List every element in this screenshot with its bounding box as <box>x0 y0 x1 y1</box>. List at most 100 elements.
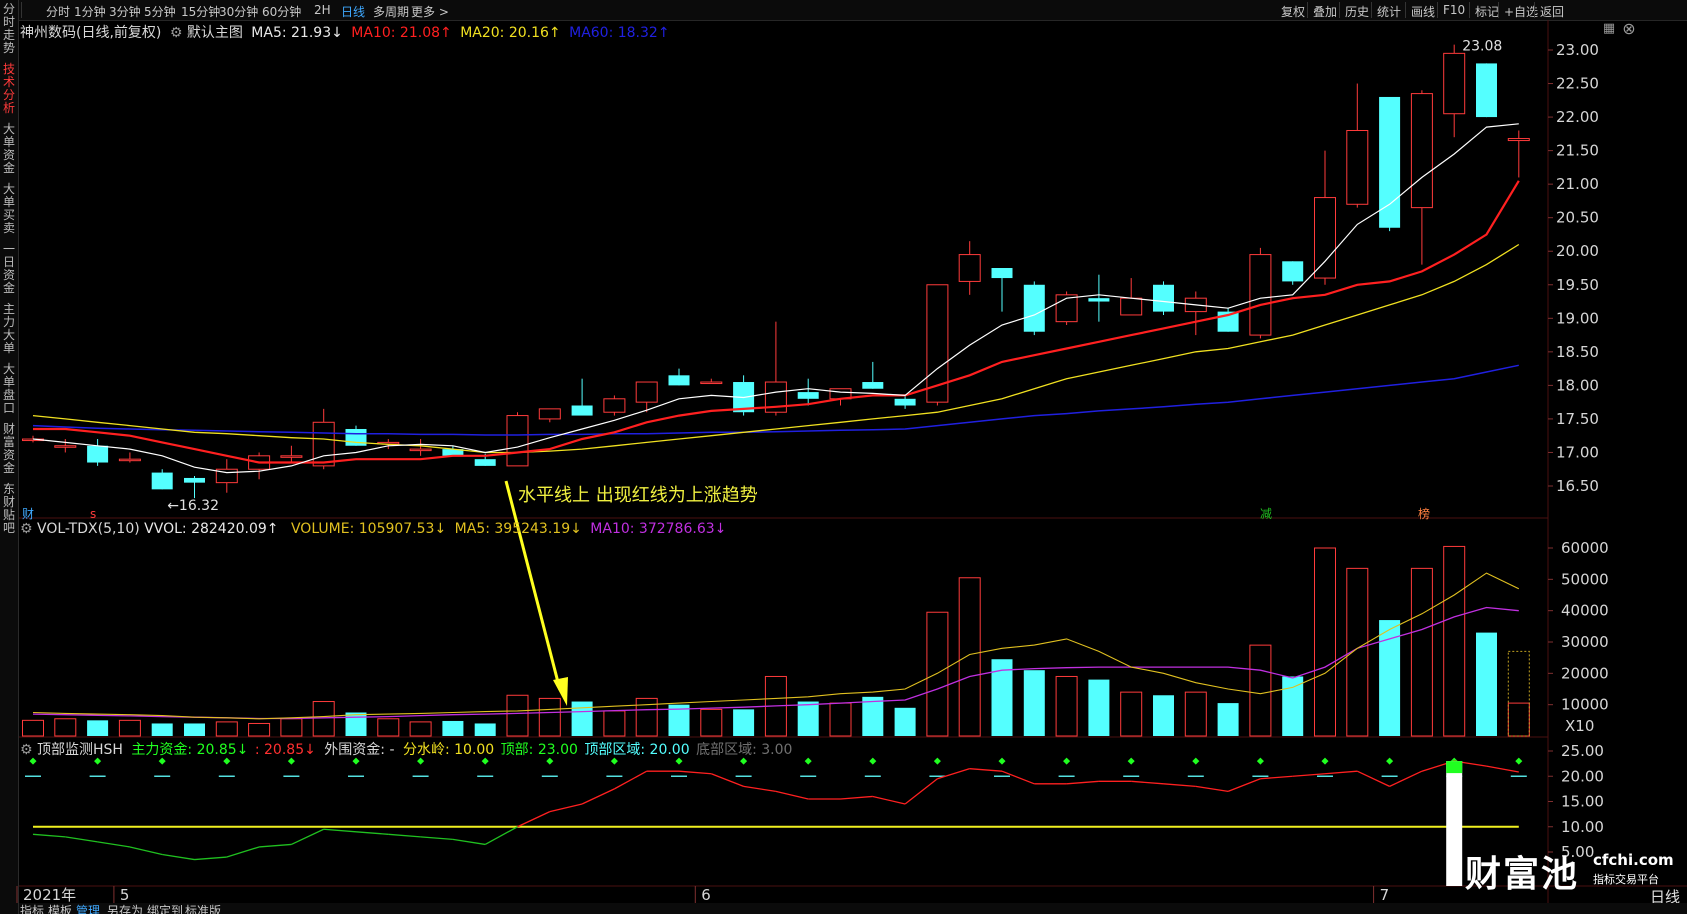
template-name[interactable]: 默认主图 <box>187 25 243 41</box>
candle-body-down <box>991 268 1013 279</box>
indicator-line-segment <box>65 836 98 843</box>
candle-body-down <box>571 405 593 416</box>
bottom-tab-5[interactable]: 标准版 <box>185 903 221 914</box>
candle-body-up <box>635 381 658 403</box>
gear-icon[interactable]: ⚙ <box>20 521 33 537</box>
date-label: 2021年 <box>23 886 76 904</box>
ma60-value: MA60: 18.32↑ <box>569 25 670 41</box>
indicator-line-segment <box>581 788 615 805</box>
gear-icon[interactable]: ⚙ <box>20 742 33 758</box>
volume-bar-down <box>184 723 205 736</box>
indicator-line-segment <box>1486 765 1519 773</box>
vol-tick-label: 30000 <box>1561 633 1609 651</box>
top-marker <box>1063 757 1071 765</box>
indicator-line-segment <box>97 841 131 848</box>
vol-unit-label: X10 <box>1565 717 1594 735</box>
candle-body-up <box>603 398 626 413</box>
candle-body-down <box>862 382 884 389</box>
indicator-line-segment <box>614 770 648 790</box>
volume-bar-down <box>571 701 593 736</box>
volume-bar-down <box>1476 632 1497 736</box>
indicator-line-segment <box>1195 785 1229 793</box>
indicator-line-segment <box>678 770 712 775</box>
candle-body-down <box>151 472 173 490</box>
volume-bar-up <box>506 694 529 737</box>
indicator-line-segment <box>226 846 260 858</box>
candle-body-down <box>474 459 496 466</box>
candle-body-down <box>1282 261 1304 282</box>
db-value: 顶部: 23.00 <box>500 742 578 758</box>
logo-site: cfchi.com <box>1593 851 1674 869</box>
indicator-line-segment <box>129 846 163 856</box>
logo: 财富池 cfchi.com 指标交易平台 <box>1465 845 1687 901</box>
indicator-line-segment <box>194 856 227 861</box>
candle-body-up <box>538 408 561 420</box>
vol-tick-label: 20000 <box>1561 664 1609 682</box>
indicator-line-segment <box>420 836 453 841</box>
volume-bar-down <box>1023 670 1045 736</box>
grid-icon[interactable]: ▦ <box>1602 22 1616 36</box>
bottom-tab-2[interactable]: 管理 <box>76 903 100 914</box>
candle-body-up <box>280 455 303 458</box>
indicator-line-segment <box>775 790 809 800</box>
bottom-tab-1[interactable]: 模板 <box>48 903 72 914</box>
indicator-line-segment <box>259 843 292 848</box>
candle-body-down <box>797 392 819 399</box>
ind-name[interactable]: 顶部监测HSH <box>37 742 123 758</box>
candle-body-up <box>118 458 141 462</box>
volume-bar-up <box>1314 547 1336 737</box>
event-marker-cai: 财 <box>22 507 34 521</box>
top-marker <box>1127 757 1135 765</box>
volume-bar-up <box>1410 567 1433 737</box>
vol-name[interactable]: VOL-TDX(5,10) <box>37 521 140 537</box>
dbqy-value: 顶部区域: 20.00 <box>584 742 690 758</box>
bottom-tab-0[interactable]: 指标 <box>20 903 44 914</box>
low-price-label: ←16.32 <box>167 498 219 514</box>
volume-bar-down <box>797 701 819 736</box>
volume-bar-up <box>215 721 238 737</box>
candle-body-down <box>87 445 109 463</box>
price-tick-label: 20.00 <box>1556 242 1599 260</box>
date-label: 6 <box>701 886 711 904</box>
bottom-tab-3[interactable]: 另存为 <box>107 903 143 914</box>
price-tick-label: 19.00 <box>1556 309 1599 327</box>
bottom-tab-4[interactable]: 绑定到 <box>147 903 183 914</box>
vol-tick-label: 10000 <box>1561 696 1609 714</box>
indicator-line-segment <box>32 833 66 838</box>
candle-body-up <box>958 254 981 282</box>
ma20-value: MA20: 20.16↑ <box>460 25 561 41</box>
indicator-line-segment <box>1227 778 1261 793</box>
price-tick-label: 17.00 <box>1556 443 1599 461</box>
volume-bar-up <box>538 697 561 737</box>
gear-icon[interactable]: ⚙ <box>170 25 183 41</box>
volume-bar-down <box>442 720 464 736</box>
chart-canvas[interactable]: 23.00 22.50 22.00 21.50 21.00 20.50 20.00 19.50… <box>0 0 1687 914</box>
indicator-legend: ⚙ 顶部监测HSH 主力资金: 20.85↓ : 20.85↓ 外围资金: - … <box>20 739 792 759</box>
vma5-value: MA5: 395243.19↓ <box>454 521 582 537</box>
volume-bar-down <box>1379 620 1401 736</box>
volume-bar-down <box>1153 695 1174 736</box>
indicator-line-segment <box>484 826 518 845</box>
ma10-line <box>33 180 1520 464</box>
volume-bar-up <box>603 710 626 737</box>
close-icon[interactable]: ⊗ <box>1622 21 1636 37</box>
volume-bar-down <box>345 712 367 736</box>
indicator-line-segment <box>1066 780 1099 785</box>
top-marker <box>1515 757 1523 765</box>
wz-value: 外围资金: - <box>324 742 395 758</box>
indicator-line-segment <box>937 768 970 780</box>
indicator-line-segment <box>452 838 486 846</box>
top-marker <box>933 757 941 765</box>
candle-body-up <box>409 448 432 452</box>
indicator-line-segment <box>904 778 938 805</box>
volume-bar-up <box>409 721 432 737</box>
fsl-value: 分水岭: 10.00 <box>402 742 495 758</box>
candle-body-up <box>54 445 77 448</box>
candle-body-up <box>1249 254 1272 336</box>
volume-bar-up <box>22 719 44 737</box>
candle-body-up <box>700 381 723 385</box>
price-tick-label: 18.00 <box>1556 376 1599 394</box>
top-marker <box>1321 757 1329 765</box>
event-marker-bang: 榜 <box>1418 506 1430 521</box>
price-tick-label: 22.00 <box>1556 108 1599 126</box>
